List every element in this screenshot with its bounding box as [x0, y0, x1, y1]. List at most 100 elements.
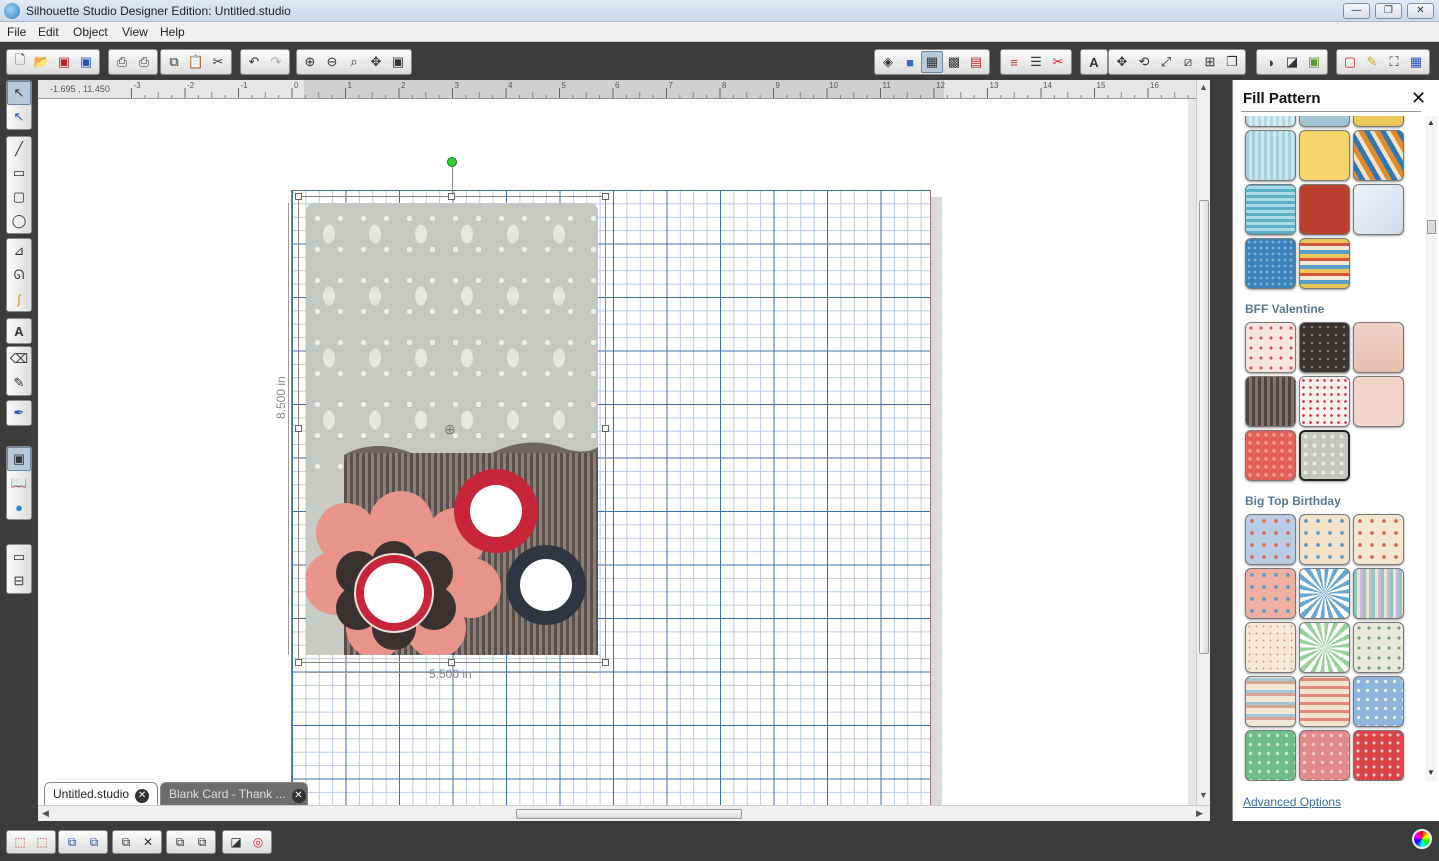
- pattern-swatch[interactable]: [1299, 514, 1350, 565]
- tab-untitled[interactable]: Untitled.studio ✕: [44, 782, 158, 805]
- pattern-swatch-selected[interactable]: [1299, 430, 1350, 481]
- ungroup-icon[interactable]: ⬚: [31, 832, 53, 852]
- line-color-icon[interactable]: ▩: [943, 51, 965, 73]
- pattern-swatch[interactable]: [1245, 376, 1296, 427]
- horizontal-scrollbar[interactable]: ◀ ▶: [38, 805, 1210, 821]
- knife-tool-icon[interactable]: ✎: [7, 371, 31, 395]
- horizontal-scroll-thumb[interactable]: [516, 809, 742, 819]
- pattern-swatch[interactable]: [1245, 130, 1296, 181]
- sketch-pen-icon[interactable]: ✒: [7, 401, 31, 425]
- grid-icon[interactable]: ▦: [1405, 51, 1427, 73]
- resize-handle-right[interactable]: [602, 425, 609, 432]
- advanced-options-link[interactable]: Advanced Options: [1243, 795, 1341, 809]
- resize-handle-tr[interactable]: [602, 193, 609, 200]
- line-style-icon[interactable]: ▤: [965, 51, 987, 73]
- sketch-icon[interactable]: ✎: [1361, 51, 1383, 73]
- design-view-icon[interactable]: ▣: [7, 447, 31, 471]
- pattern-swatch[interactable]: [1245, 622, 1296, 673]
- release-compound-icon[interactable]: ⧉: [83, 832, 105, 852]
- rectangle-tool-icon[interactable]: ▭: [7, 161, 31, 185]
- redo-icon[interactable]: ↷: [265, 51, 287, 73]
- align-icon[interactable]: ⊞: [1199, 51, 1221, 73]
- fit-page-icon[interactable]: ▣: [387, 51, 409, 73]
- line-tool-icon[interactable]: ╱: [7, 137, 31, 161]
- pattern-swatch[interactable]: [1299, 376, 1350, 427]
- pattern-swatch[interactable]: [1245, 322, 1296, 373]
- move-icon[interactable]: ✥: [1111, 51, 1133, 73]
- resize-handle-left[interactable]: [295, 425, 302, 432]
- offset-icon[interactable]: ◪: [1281, 51, 1303, 73]
- menu-help[interactable]: Help: [160, 25, 185, 39]
- pattern-swatch[interactable]: [1299, 322, 1350, 373]
- polygon-tool-icon[interactable]: ⊿: [7, 239, 31, 263]
- curve-tool-icon[interactable]: ᘏ: [7, 263, 31, 287]
- online-store-icon[interactable]: ●: [7, 495, 31, 519]
- pattern-swatch[interactable]: [1299, 622, 1350, 673]
- panel-scroll-up-icon[interactable]: ▲: [1427, 118, 1435, 127]
- pattern-swatch[interactable]: [1245, 514, 1296, 565]
- scroll-right-icon[interactable]: ▶: [1196, 808, 1203, 819]
- pan-icon[interactable]: ✥: [365, 51, 387, 73]
- text-style-icon[interactable]: A: [1083, 51, 1105, 73]
- scale-icon[interactable]: ⤢: [1155, 51, 1177, 73]
- fill-color-icon[interactable]: ◈: [877, 51, 899, 73]
- minimize-button[interactable]: —: [1343, 3, 1370, 19]
- new-document-icon[interactable]: 🗋: [9, 51, 31, 73]
- design-canvas[interactable]: ⊕ 5.500 in 8.500 in: [38, 99, 1188, 805]
- freehand-tool-icon[interactable]: ʃ: [7, 287, 31, 311]
- group-icon[interactable]: ⬚: [9, 832, 31, 852]
- resize-handle-br[interactable]: [602, 659, 609, 666]
- pattern-swatch[interactable]: [1353, 622, 1404, 673]
- print-cut-icon[interactable]: ⎙: [133, 51, 155, 73]
- pattern-swatch[interactable]: [1245, 730, 1296, 781]
- make-compound-icon[interactable]: ⧉: [61, 832, 83, 852]
- pattern-swatch[interactable]: [1299, 184, 1350, 235]
- fill-pattern-icon[interactable]: ▦: [921, 51, 943, 73]
- pattern-list[interactable]: BFF Valentine Big Top Birthday: [1233, 116, 1423, 781]
- rotate-icon[interactable]: ⟲: [1133, 51, 1155, 73]
- pattern-swatch[interactable]: [1353, 514, 1404, 565]
- target-icon[interactable]: ◎: [247, 832, 269, 852]
- modify-icon[interactable]: ◑: [1259, 51, 1281, 73]
- duplicate-icon[interactable]: ⧉: [115, 832, 137, 852]
- bring-forward-icon[interactable]: ⧉: [169, 832, 191, 852]
- zoom-out-icon[interactable]: ⊖: [321, 51, 343, 73]
- panel-scroll-thumb[interactable]: [1427, 220, 1436, 234]
- close-button[interactable]: ✕: [1407, 3, 1434, 19]
- tab-close-icon[interactable]: ✕: [291, 789, 306, 803]
- color-wheel-icon[interactable]: [1412, 829, 1432, 849]
- tab-blank-card[interactable]: Blank Card - Thank ... ✕: [160, 782, 308, 805]
- pattern-swatch[interactable]: [1245, 116, 1296, 127]
- vertical-scroll-thumb[interactable]: [1199, 200, 1209, 654]
- single-panel-icon[interactable]: ▭: [7, 545, 31, 569]
- pattern-swatch[interactable]: [1299, 116, 1350, 127]
- registration-marks-icon[interactable]: ▢: [1339, 51, 1361, 73]
- pattern-swatch[interactable]: [1299, 130, 1350, 181]
- zoom-in-icon[interactable]: ⊕: [299, 51, 321, 73]
- panel-scroll-down-icon[interactable]: ▼: [1427, 768, 1435, 777]
- pattern-swatch[interactable]: [1353, 730, 1404, 781]
- shape-icon[interactable]: ◪: [225, 832, 247, 852]
- eraser-tool-icon[interactable]: ⌫: [7, 347, 31, 371]
- menu-file[interactable]: File: [7, 25, 26, 39]
- pattern-swatch[interactable]: [1245, 238, 1296, 289]
- pattern-swatch[interactable]: [1299, 730, 1350, 781]
- pattern-swatch[interactable]: [1299, 568, 1350, 619]
- open-folder-icon[interactable]: 📂: [31, 51, 53, 73]
- panel-scrollbar[interactable]: ▲ ▼: [1425, 116, 1437, 781]
- resize-handle-bl[interactable]: [295, 659, 302, 666]
- pattern-swatch[interactable]: [1245, 430, 1296, 481]
- scroll-down-icon[interactable]: ▼: [1199, 790, 1208, 800]
- line-width-icon[interactable]: ☰: [1025, 51, 1047, 73]
- pattern-swatch[interactable]: [1299, 676, 1350, 727]
- paste-icon[interactable]: 📋: [185, 51, 207, 73]
- panel-close-icon[interactable]: ✕: [1411, 88, 1426, 109]
- fullscreen-icon[interactable]: ⛶: [1383, 51, 1405, 73]
- pattern-swatch[interactable]: [1353, 130, 1404, 181]
- split-panel-icon[interactable]: ⊟: [7, 569, 31, 593]
- cut-icon[interactable]: ✂: [207, 51, 229, 73]
- save-icon[interactable]: ▣: [53, 51, 75, 73]
- pattern-swatch[interactable]: [1353, 568, 1404, 619]
- line-settings-icon[interactable]: ≡: [1003, 51, 1025, 73]
- cut-settings-icon[interactable]: ✂: [1047, 51, 1069, 73]
